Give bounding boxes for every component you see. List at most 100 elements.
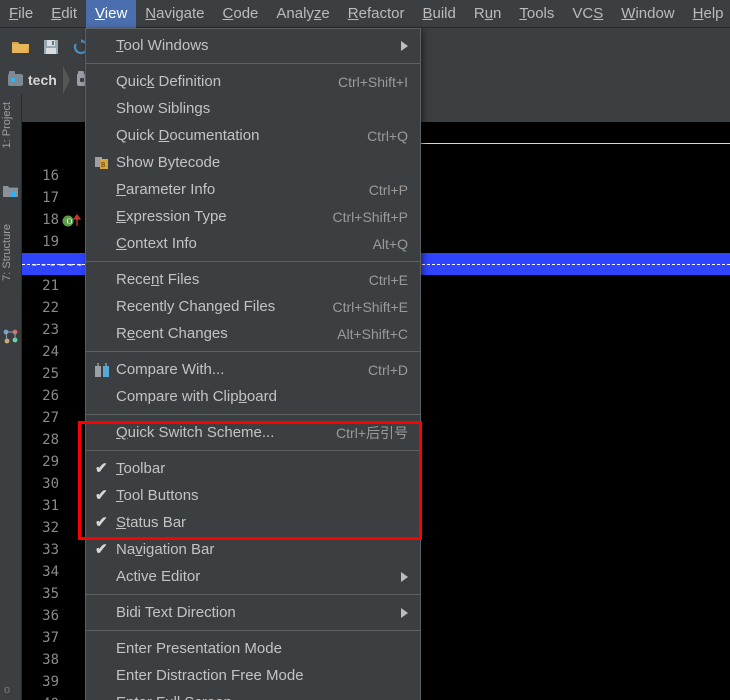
menu-item-expression-type[interactable]: Expression Type Ctrl+Shift+P	[86, 203, 420, 230]
sidebar-item-project[interactable]: 1: Project	[1, 102, 21, 148]
gutter-line-number: 21	[22, 275, 85, 297]
line-number: 31	[42, 498, 59, 514]
menu-item-quick-documentation[interactable]: Quick Documentation Ctrl+Q	[86, 122, 420, 149]
menubar-item-help[interactable]: Help	[684, 0, 730, 28]
menu-item-shortcut: Ctrl+Shift+P	[332, 208, 408, 225]
stripe-bottom-marker: o	[4, 684, 11, 696]
menu-item-enter-distraction-free-mode[interactable]: Enter Distraction Free Mode	[86, 662, 420, 689]
line-number: 35	[42, 586, 59, 602]
menu-item-shortcut: Ctrl+Q	[367, 127, 408, 144]
menu-item-recently-changed-files[interactable]: Recently Changed Files Ctrl+Shift+E	[86, 293, 420, 320]
line-number: 19	[42, 234, 59, 250]
menu-item-tool-windows[interactable]: Tool Windows	[86, 32, 420, 59]
menu-item-label: Enter Full Screen	[116, 694, 232, 700]
menu-item-context-info[interactable]: Context Info Alt+Q	[86, 230, 420, 257]
gutter-line-number: 19	[22, 231, 85, 253]
menubar-item-edit[interactable]: Edit	[42, 0, 86, 28]
checkmark-icon: ✔	[95, 541, 108, 558]
menu-item-parameter-info[interactable]: Parameter Info Ctrl+P	[86, 176, 420, 203]
line-number: 37	[42, 630, 59, 646]
menu-item-shortcut: Ctrl+Shift+I	[337, 73, 408, 90]
menu-item-recent-files[interactable]: Recent Files Ctrl+E	[86, 266, 420, 293]
menu-item-label: Show Bytecode	[116, 154, 221, 171]
line-number: 17	[42, 190, 59, 206]
menu-item-enter-full-screen[interactable]: Enter Full Screen	[86, 689, 420, 700]
line-number: 27	[42, 410, 59, 426]
menu-item-label: Recently Changed Files	[116, 298, 276, 315]
menubar-item-tools[interactable]: Tools	[510, 0, 563, 28]
menu-item-bidi-text-direction[interactable]: Bidi Text Direction	[86, 599, 420, 626]
open-folder-icon[interactable]	[8, 34, 34, 60]
menu-separator	[86, 594, 420, 595]
menu-separator	[86, 63, 420, 64]
gutter-line-number: 38	[22, 649, 85, 671]
project-tool-icon	[3, 184, 18, 198]
menu-item-label: Quick Switch Scheme...	[116, 424, 275, 441]
menu-item-status-bar[interactable]: ✔ Status Bar	[86, 509, 420, 536]
menubar-item-window[interactable]: Window	[612, 0, 683, 28]
view-menu-popup[interactable]: Tool Windows Quick Definition Ctrl+Shift+I…	[85, 28, 421, 700]
menubar-item-refactor[interactable]: Refactor	[339, 0, 414, 28]
menubar-item-file[interactable]: File	[0, 0, 42, 28]
menubar-item-build[interactable]: Build	[413, 0, 464, 28]
line-number: 26	[42, 388, 59, 404]
menu-item-show-bytecode[interactable]: B Show Bytecode	[86, 149, 420, 176]
menu-item-navigation-bar[interactable]: ✔ Navigation Bar	[86, 536, 420, 563]
checkmark-icon: ✔	[95, 487, 108, 504]
menu-item-compare-with-clipboard[interactable]: Compare with Clipboard	[86, 383, 420, 410]
line-number: 38	[42, 652, 59, 668]
menu-item-label: Recent Changes	[116, 325, 228, 342]
gutter-line-number: 24	[22, 341, 85, 363]
menu-item-enter-presentation-mode[interactable]: Enter Presentation Mode	[86, 635, 420, 662]
sidebar-item-structure[interactable]: 7: Structure	[1, 224, 21, 281]
menu-item-label: Show Siblings	[116, 100, 211, 117]
override-method-icon[interactable]: O	[62, 213, 82, 228]
menu-item-compare-with[interactable]: Compare With... Ctrl+D	[86, 356, 420, 383]
menu-item-show-siblings[interactable]: Show Siblings	[86, 95, 420, 122]
line-number: 34	[42, 564, 59, 580]
menubar-item-analyze[interactable]: Analyze	[267, 0, 338, 28]
gutter-line-number: 29	[22, 451, 85, 473]
menu-item-label: Compare with Clipboard	[116, 388, 277, 405]
menu-item-label: Tool Buttons	[116, 487, 199, 504]
line-number: 28	[42, 432, 59, 448]
menu-item-quick-switch-scheme[interactable]: Quick Switch Scheme... Ctrl+后引号	[86, 419, 420, 446]
menu-separator	[86, 630, 420, 631]
menu-item-shortcut: Ctrl+后引号	[336, 424, 408, 441]
menu-item-shortcut: Ctrl+Shift+E	[332, 298, 408, 315]
project-folder-icon	[8, 71, 23, 86]
gutter-line-number: 28	[22, 429, 85, 451]
menu-item-shortcut: Ctrl+E	[368, 271, 408, 288]
gutter-line-number: 23	[22, 319, 85, 341]
menu-item-label: Recent Files	[116, 271, 200, 288]
left-tool-stripe: 1: Project 7: Structure o	[0, 94, 22, 700]
chevron-right-icon	[401, 607, 408, 618]
menubar-item-view[interactable]: View	[86, 0, 137, 28]
menu-item-tool-buttons[interactable]: ✔ Tool Buttons	[86, 482, 420, 509]
save-all-icon[interactable]	[38, 34, 64, 60]
gutter-line-number: 37	[22, 627, 85, 649]
menubar-item-code[interactable]: Code	[214, 0, 268, 28]
checkmark-icon: ✔	[95, 514, 108, 531]
menu-item-label: Bidi Text Direction	[116, 604, 236, 621]
menu-separator	[86, 450, 420, 451]
menubar-item-run[interactable]: Run	[465, 0, 511, 28]
menu-item-label: Enter Distraction Free Mode	[116, 667, 304, 684]
menu-item-recent-changes[interactable]: Recent Changes Alt+Shift+C	[86, 320, 420, 347]
line-number: 40	[42, 693, 85, 700]
structure-tool-icon	[3, 329, 18, 345]
menubar-item-vcs[interactable]: VCS	[563, 0, 612, 28]
svg-text:B: B	[101, 161, 105, 169]
menu-item-toolbar[interactable]: ✔ Toolbar	[86, 455, 420, 482]
menu-item-quick-definition[interactable]: Quick Definition Ctrl+Shift+I	[86, 68, 420, 95]
gutter-line-number: 22	[22, 297, 85, 319]
breadcrumb-item-tech[interactable]: tech	[0, 66, 63, 94]
menu-item-label: Navigation Bar	[116, 541, 215, 558]
menu-item-label: Quick Definition	[116, 73, 222, 90]
editor-gutter[interactable]: 1617181920212223242526272829303132333435…	[22, 122, 85, 700]
menubar-item-navigate[interactable]: Navigate	[136, 0, 213, 28]
menu-bar: File Edit View Navigate Code Analyze Refactor B…	[0, 0, 730, 28]
menu-item-active-editor[interactable]: Active Editor	[86, 563, 420, 590]
gutter-line-number: 40	[22, 693, 85, 700]
gutter-line-number: 35	[22, 583, 85, 605]
